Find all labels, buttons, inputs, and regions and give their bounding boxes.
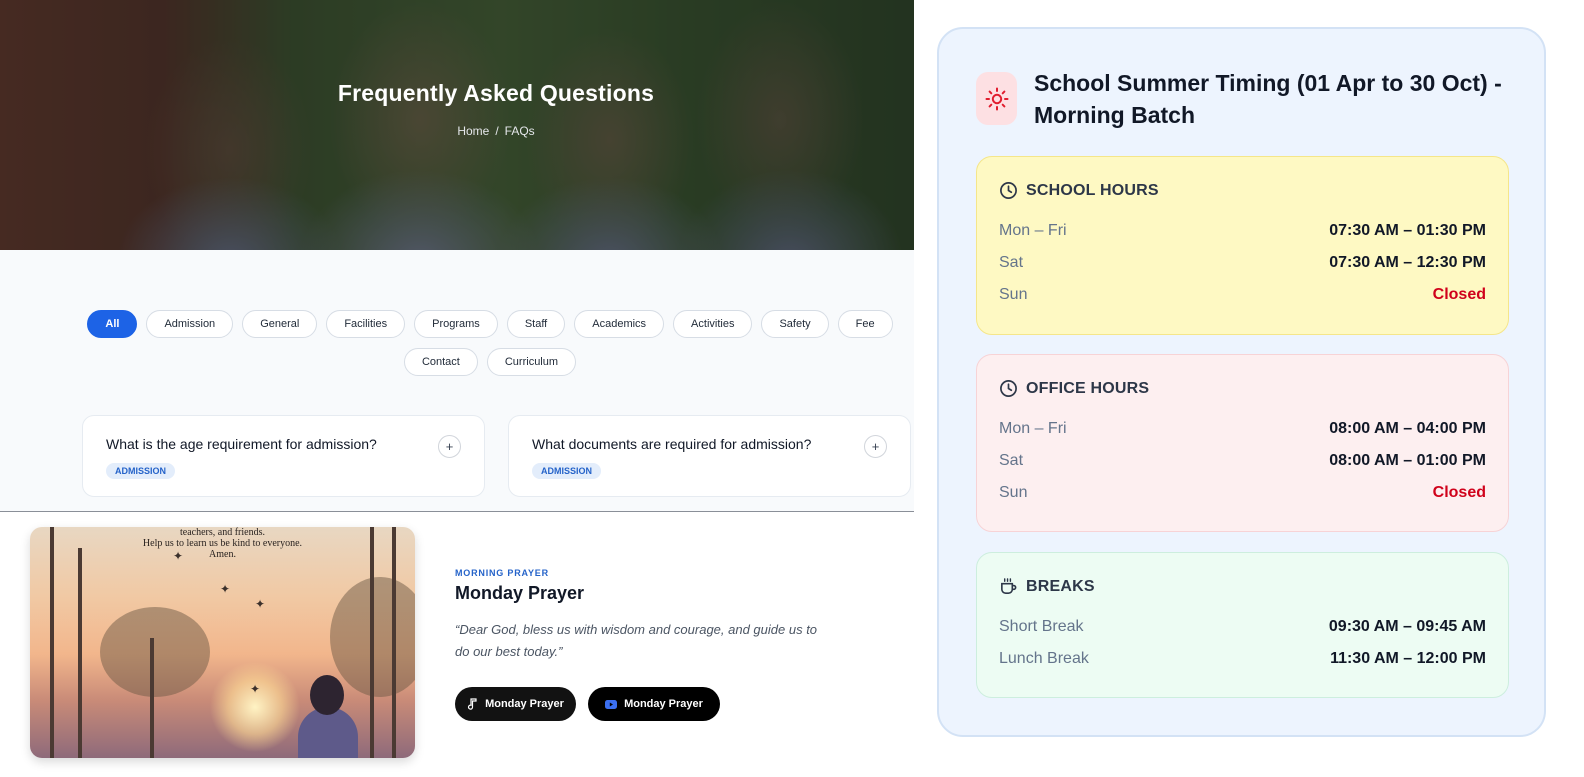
filter-chip-programs[interactable]: Programs <box>414 310 498 338</box>
youtube-icon <box>605 699 618 709</box>
prayer-quote: “Dear God, bless us with wisdom and cour… <box>455 622 818 659</box>
timing-row: Sun Closed <box>999 484 1486 501</box>
faq-card[interactable]: What is the age requirement for admissio… <box>82 415 485 497</box>
music-note-icon <box>467 698 477 710</box>
filter-chip-staff[interactable]: Staff <box>506 310 566 338</box>
timing-row: Mon – Fri 07:30 AM – 01:30 PM <box>999 222 1486 239</box>
block-heading: SCHOOL HOURS <box>1026 181 1159 199</box>
sun-icon-badge <box>976 72 1017 125</box>
bird-icon: ✦ <box>173 549 184 563</box>
page-title: Frequently Asked Questions <box>337 80 655 106</box>
video-prayer-button[interactable]: Monday Prayer <box>588 687 720 721</box>
faq-category-tag: ADMISSION <box>106 463 176 479</box>
bird-icon: ✦ <box>250 682 261 696</box>
clock-icon <box>1000 182 1017 199</box>
expand-plus-icon[interactable]: + <box>438 435 461 458</box>
block-heading: OFFICE HOURS <box>1026 379 1150 397</box>
office-hours-block: OFFICE HOURS Mon – Fri 08:00 AM – 04:00 … <box>976 354 1509 532</box>
filter-chip-all[interactable]: All <box>87 310 138 338</box>
timing-row: Lunch Break 11:30 AM – 12:00 PM <box>999 650 1486 667</box>
audio-prayer-button[interactable]: Monday Prayer <box>455 687 576 721</box>
filter-chip-contact[interactable]: Contact <box>403 348 478 376</box>
filter-chip-fee[interactable]: Fee <box>837 310 893 338</box>
prayer-title: Monday Prayer <box>455 583 585 603</box>
timing-row: Sat 07:30 AM – 12:30 PM <box>999 254 1486 271</box>
block-heading: BREAKS <box>1026 577 1095 595</box>
faq-question[interactable]: What is the age requirement for admissio… <box>106 436 377 452</box>
filter-chip-curriculum[interactable]: Curriculum <box>486 348 577 376</box>
coffee-cup-icon <box>1001 578 1017 594</box>
filter-chip-safety[interactable]: Safety <box>761 310 829 338</box>
breaks-block: BREAKS Short Break 09:30 AM – 09:45 AM L… <box>976 552 1509 698</box>
faq-section: All Admission General Facilities Program… <box>0 250 914 512</box>
breadcrumb-current: FAQs <box>504 124 535 138</box>
timing-row: Mon – Fri 08:00 AM – 04:00 PM <box>999 420 1486 437</box>
school-hours-block: SCHOOL HOURS Mon – Fri 07:30 AM – 01:30 … <box>976 156 1509 335</box>
filter-chip-general[interactable]: General <box>242 310 318 338</box>
filter-chip-academics[interactable]: Academics <box>574 310 665 338</box>
faq-question[interactable]: What documents are required for admissio… <box>532 436 811 452</box>
closed-label: Closed <box>1432 484 1486 501</box>
school-timing-card: School Summer Timing (01 Apr to 30 Oct) … <box>937 27 1546 737</box>
timing-title: School Summer Timing (01 Apr to 30 Oct) … <box>1034 70 1502 128</box>
timing-row: Sun Closed <box>999 286 1486 303</box>
filter-chip-facilities[interactable]: Facilities <box>326 310 406 338</box>
bird-icon: ✦ <box>255 597 266 611</box>
bird-icon: ✦ <box>220 582 231 596</box>
faq-card[interactable]: What documents are required for admissio… <box>508 415 911 497</box>
filter-chip-admission[interactable]: Admission <box>146 310 234 338</box>
sun-icon <box>985 87 1008 110</box>
timing-row: Short Break 09:30 AM – 09:45 AM <box>999 618 1486 635</box>
prayer-illustration: teachers, and friends. Help us to learn … <box>30 527 415 758</box>
closed-label: Closed <box>1432 286 1486 303</box>
timing-row: Sat 08:00 AM – 01:00 PM <box>999 452 1486 469</box>
expand-plus-icon[interactable]: + <box>864 435 887 458</box>
faq-filter-bar: All Admission General Facilities Program… <box>80 310 900 376</box>
faq-category-tag: ADMISSION <box>532 463 602 479</box>
section-divider <box>0 511 914 512</box>
button-label: Monday Prayer <box>624 698 703 710</box>
breadcrumb-home-link[interactable]: Home <box>457 124 489 138</box>
breadcrumb: Home / FAQs <box>0 124 992 138</box>
button-label: Monday Prayer <box>485 698 564 710</box>
clock-icon <box>1000 380 1017 397</box>
prayer-eyebrow: MORNING PRAYER <box>455 568 549 578</box>
prayer-image-text: teachers, and friends. Help us to learn … <box>142 527 303 560</box>
filter-chip-activities[interactable]: Activities <box>673 310 753 338</box>
breadcrumb-separator: / <box>495 124 499 138</box>
